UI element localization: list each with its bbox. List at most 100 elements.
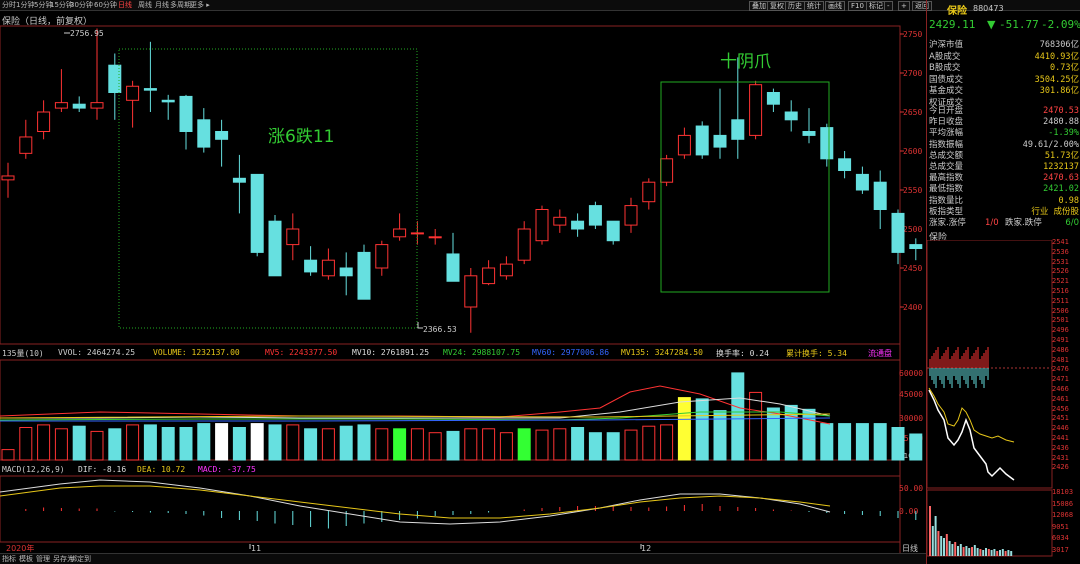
volume-bar xyxy=(286,424,300,461)
volume-bar xyxy=(820,423,834,461)
price-pane-frame xyxy=(0,25,901,345)
mini-volume-bar xyxy=(962,547,965,556)
mini-volume-bar xyxy=(979,549,982,556)
mini-volume-bar xyxy=(968,548,971,556)
mini-volume-bar xyxy=(940,536,943,556)
macd-title: MACD(12,26,9) xyxy=(2,465,65,474)
mini-volume-bar xyxy=(999,550,1001,556)
candle-body xyxy=(873,181,887,210)
quote-label: 指数振幅 xyxy=(929,139,964,150)
y-tick-label: 2700 xyxy=(903,69,922,78)
quote-row: 最高指数 2470.63 xyxy=(929,173,1079,184)
period-label: 日线 xyxy=(902,543,918,553)
candle-body xyxy=(855,173,869,191)
stock-code: 880473 xyxy=(973,4,1004,13)
candle-body xyxy=(677,134,691,156)
candle-body xyxy=(161,99,175,103)
candle-body xyxy=(606,220,620,242)
mini-volume-bar xyxy=(948,541,951,556)
mini-price-tick: 2511 xyxy=(1052,296,1069,305)
candle-body xyxy=(54,102,68,109)
candle-body xyxy=(126,85,140,101)
candle-body xyxy=(642,181,656,203)
candle-body xyxy=(232,177,246,183)
quote-value: 0.98 xyxy=(1058,195,1079,206)
quote-row: 总成交量 1232137 xyxy=(929,162,1079,173)
mini-volume-tick: 9051 xyxy=(1052,522,1069,531)
candle-body xyxy=(749,84,763,136)
candle-body xyxy=(108,64,122,93)
mini-volume-bar xyxy=(996,551,999,556)
volume-bar xyxy=(891,427,905,461)
quote-label: 总成交额 xyxy=(929,150,964,161)
mini-price-tick: 2426 xyxy=(1052,463,1069,472)
candle-body xyxy=(339,267,353,277)
candle-body xyxy=(535,209,549,242)
indicator-tab-0[interactable]: 指标 xyxy=(2,555,16,564)
mini-volume-bar xyxy=(929,506,931,556)
rise-fall-box xyxy=(118,48,418,329)
candle-body xyxy=(286,228,300,246)
candle-body xyxy=(90,102,104,109)
quote-label: 昨日收盘 xyxy=(929,117,964,128)
volume-bar xyxy=(357,424,371,461)
mini-volume-tick: 6034 xyxy=(1052,534,1069,542)
mini-volume-tick: 12068 xyxy=(1052,511,1074,519)
advance-row: 涨家.涨停 1/0 跌家.跌停 6/0 xyxy=(929,218,1079,228)
quote-value: 301.86亿 xyxy=(1039,86,1079,96)
mini-price-tick: 2456 xyxy=(1052,404,1069,413)
mini-price-tick: 2501 xyxy=(1052,316,1069,325)
candle-body xyxy=(304,259,318,273)
volume-bar xyxy=(1,449,15,461)
quote-row: 指数量比 0.98 xyxy=(929,196,1079,207)
cum-turnover-value: 累计换手: 5.34 xyxy=(786,349,847,358)
candle-body xyxy=(1,175,15,181)
mini-price-tick: 2451 xyxy=(1052,414,1069,423)
mini-volume-bar xyxy=(951,544,954,556)
mini-price-tick: 2536 xyxy=(1052,247,1069,256)
candle-body xyxy=(72,103,86,109)
volume-bar xyxy=(731,372,745,461)
volume-bar xyxy=(909,433,923,461)
candle-body xyxy=(624,205,638,226)
candle-body xyxy=(375,244,389,269)
indicator-tab-4[interactable]: 绑定到 xyxy=(70,555,91,564)
mv60-value: MV60: 2977006.86 xyxy=(532,348,610,357)
indicator-tab-1[interactable]: 模板 xyxy=(19,555,33,564)
vvol-value: VVOL: 2464274.25 xyxy=(58,348,136,357)
volume-bar xyxy=(873,423,887,461)
y-tick-label: 2400 xyxy=(903,303,922,312)
volume-bar xyxy=(677,397,691,461)
volume-bar xyxy=(126,424,140,461)
dea-line xyxy=(0,485,831,519)
candle-body xyxy=(250,173,264,253)
candle-body xyxy=(571,220,585,230)
mv5-value: MV5: 2243377.50 xyxy=(265,348,338,357)
annotation-ten-yin: 十阴爪 xyxy=(720,52,771,72)
quote-value: 0.73亿 xyxy=(1050,63,1079,73)
y-tick-label: 2450 xyxy=(903,264,922,273)
stock-name: 保险 xyxy=(947,6,967,17)
y-tick-label: 2550 xyxy=(903,186,922,195)
y-tick-label: 2500 xyxy=(903,225,922,234)
quote-value: 2480.88 xyxy=(1043,117,1079,128)
quote-value: 4410.93亿 xyxy=(1034,51,1079,62)
volume-bar xyxy=(410,428,424,461)
volume-bar xyxy=(695,398,709,461)
volume-tick: 45000 xyxy=(899,390,923,399)
indicator-tab-2[interactable]: 管理 xyxy=(36,555,50,564)
candle-body xyxy=(766,92,780,105)
price-change: -51.77 xyxy=(999,18,1039,31)
candle-body xyxy=(143,88,157,91)
quote-label: 基金成交 xyxy=(929,86,964,96)
macd-tick: 50.00 xyxy=(899,484,923,493)
dif-value: DIF: -8.16 xyxy=(78,465,127,474)
macd-value: MACD: -37.75 xyxy=(198,465,256,474)
volume-bar xyxy=(250,423,264,461)
mini-price-tick: 2476 xyxy=(1052,365,1069,374)
x-axis-label: 12 xyxy=(641,544,651,553)
quote-label: 板指类型 xyxy=(929,206,964,217)
volume-bar xyxy=(766,407,780,461)
mini-volume-tick: 3017 xyxy=(1052,545,1069,554)
mini-volume-bar xyxy=(976,548,979,556)
